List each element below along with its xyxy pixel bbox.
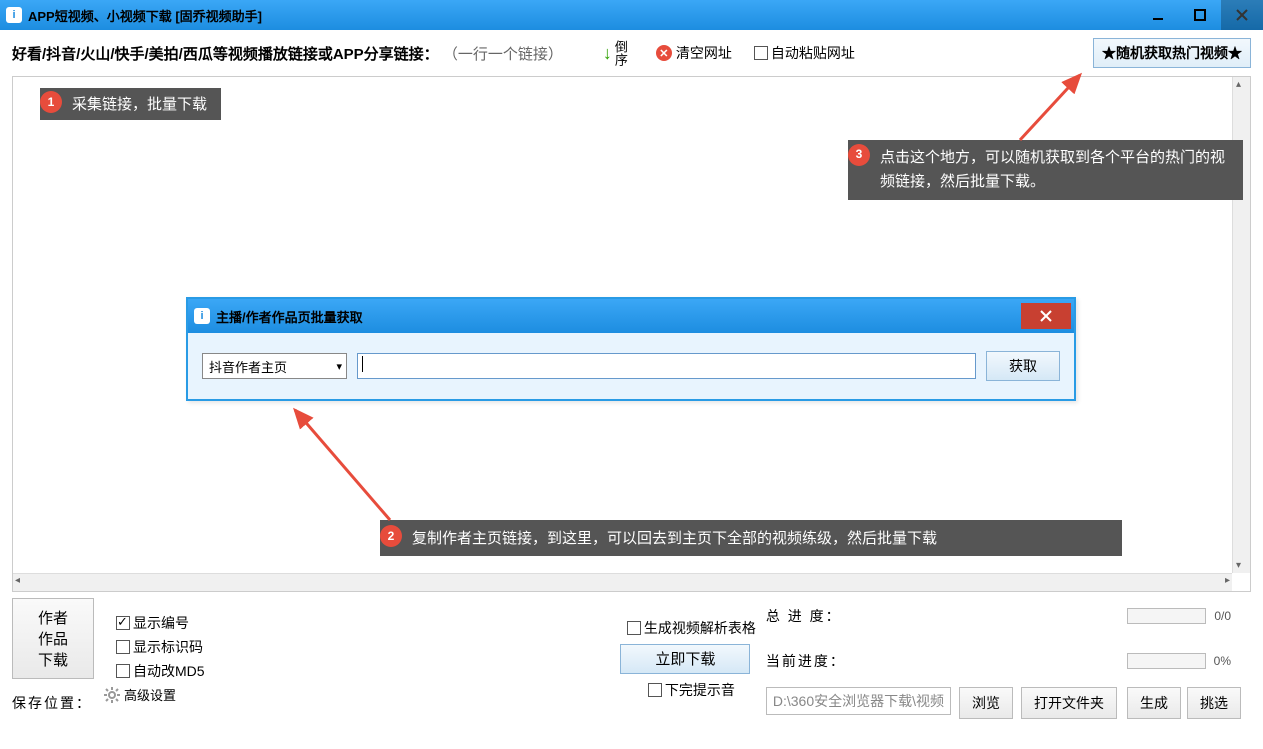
bottom-panel: 总 进 度： 0/0 作者作品下载 显示编号 显示标识码 自动改MD5 高级设置… xyxy=(0,592,1263,723)
annotation-badge-1: 1 xyxy=(40,91,62,113)
random-hot-video-button[interactable]: ★随机获取热门视频★ xyxy=(1093,38,1251,68)
clear-icon: ✕ xyxy=(656,45,672,61)
browse-button[interactable]: 浏览 xyxy=(959,687,1013,719)
total-progress-text: 0/0 xyxy=(1214,609,1231,623)
dialog-title: 主播/作者作品页批量获取 xyxy=(216,307,363,326)
clear-url-button[interactable]: ✕ 清空网址 xyxy=(656,43,732,63)
total-progress-bar xyxy=(1127,608,1206,624)
author-batch-dialog: i 主播/作者作品页批量获取 抖音作者主页 ▾ 获取 xyxy=(186,297,1076,401)
app-icon: i xyxy=(6,7,22,23)
down-arrow-icon: ↓ xyxy=(603,43,612,64)
show-number-checkbox[interactable]: 显示编号 xyxy=(116,613,605,633)
annotation-3: 3 点击这个地方，可以随机获取到各个平台的热门的视频链接，然后批量下载。 xyxy=(848,140,1243,200)
reverse-sort-button[interactable]: ↓ 倒序 xyxy=(603,40,626,66)
checkbox-icon xyxy=(627,621,641,635)
checkbox-icon xyxy=(116,616,130,630)
checkbox-icon xyxy=(116,640,130,654)
author-works-button[interactable]: 作者作品下载 xyxy=(12,598,94,679)
generate-button[interactable]: 生成 xyxy=(1127,687,1181,719)
checkbox-icon xyxy=(116,664,130,678)
current-progress-label: 当前进度： xyxy=(766,651,1117,671)
maximize-button[interactable] xyxy=(1179,0,1221,30)
platform-dropdown[interactable]: 抖音作者主页 ▾ xyxy=(202,353,347,379)
pick-button[interactable]: 挑选 xyxy=(1187,687,1241,719)
annotation-2: 2 复制作者主页链接，到这里，可以回去到主页下全部的视频练级，然后批量下载 xyxy=(380,520,1122,556)
close-button[interactable] xyxy=(1221,0,1263,30)
author-url-input[interactable] xyxy=(357,353,976,379)
download-now-button[interactable]: 立即下载 xyxy=(620,644,750,674)
annotation-badge-2: 2 xyxy=(380,525,402,547)
dialog-close-button[interactable] xyxy=(1021,303,1071,329)
current-progress-bar xyxy=(1127,653,1206,669)
auto-md5-checkbox[interactable]: 自动改MD5 xyxy=(116,661,605,681)
dialog-titlebar: i 主播/作者作品页批量获取 xyxy=(188,299,1074,333)
window-title: APP短视频、小视频下载 [固乔视频助手] xyxy=(28,6,262,25)
annotation-1: 1 采集链接，批量下载 xyxy=(40,88,221,120)
horizontal-scrollbar[interactable] xyxy=(13,573,1232,591)
parse-table-checkbox[interactable]: 生成视频解析表格 xyxy=(627,618,756,638)
show-id-checkbox[interactable]: 显示标识码 xyxy=(116,637,605,657)
dialog-icon: i xyxy=(194,308,210,324)
total-progress-label: 总 进 度： xyxy=(766,606,1117,626)
toolbar-hint: 好看/抖音/火山/快手/美拍/西瓜等视频播放链接或APP分享链接： （一行一个链… xyxy=(12,43,563,64)
open-folder-button[interactable]: 打开文件夹 xyxy=(1021,687,1117,719)
annotation-badge-3: 3 xyxy=(848,144,870,166)
save-location-label: 保存位置： xyxy=(12,693,94,713)
dropdown-caret-icon: ▾ xyxy=(336,360,342,373)
gear-icon xyxy=(104,687,120,703)
fetch-button[interactable]: 获取 xyxy=(986,351,1060,381)
advanced-settings-button[interactable]: 高级设置 xyxy=(104,685,605,704)
title-bar: i APP短视频、小视频下载 [固乔视频助手] xyxy=(0,0,1263,30)
save-location-input[interactable]: D:\360安全浏览器下载\视频 xyxy=(766,687,951,715)
complete-sound-checkbox[interactable]: 下完提示音 xyxy=(648,680,735,700)
minimize-button[interactable] xyxy=(1137,0,1179,30)
auto-paste-checkbox[interactable]: 自动粘贴网址 xyxy=(754,43,855,63)
checkbox-icon xyxy=(648,683,662,697)
toolbar: 好看/抖音/火山/快手/美拍/西瓜等视频播放链接或APP分享链接： （一行一个链… xyxy=(0,30,1263,76)
checkbox-icon xyxy=(754,46,768,60)
current-progress-text: 0% xyxy=(1214,654,1231,668)
